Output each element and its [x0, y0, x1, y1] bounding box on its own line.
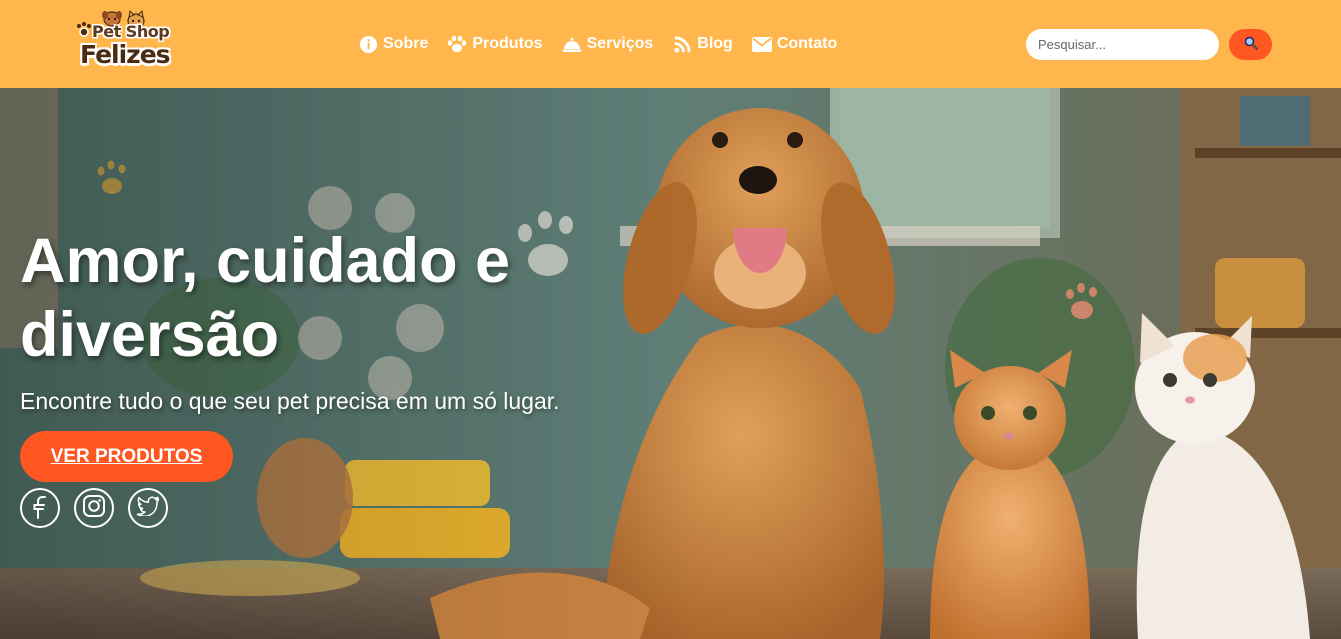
nav-item-blog[interactable]: Blog [672, 34, 733, 54]
instagram-icon [82, 494, 106, 523]
nav-item-sobre[interactable]: Sobre [358, 34, 428, 54]
instagram-link[interactable] [74, 488, 114, 528]
nav-item-servicos[interactable]: Serviços [562, 34, 654, 54]
nav-label-produtos: Produtos [472, 35, 543, 52]
twitter-icon [136, 496, 160, 521]
facebook-link[interactable] [20, 488, 60, 528]
hero-section: Amor, cuidado e diversão Encontre tudo o… [0, 88, 1341, 639]
twitter-link[interactable] [128, 488, 168, 528]
social-links [20, 488, 182, 528]
search-button[interactable] [1229, 29, 1272, 60]
main-nav: Sobre Produtos Serviços Blog Contato [358, 33, 837, 55]
nav-label-sobre: Sobre [383, 35, 429, 52]
pet-shop-logo[interactable]: Pet Shop Felizes [74, 10, 171, 76]
service-bell-icon [562, 34, 582, 54]
search-input[interactable] [1026, 29, 1219, 60]
info-circle-icon [358, 34, 378, 54]
nav-label-servicos: Serviços [586, 35, 654, 52]
envelope-icon [751, 34, 772, 54]
nav-label-blog: Blog [697, 35, 733, 52]
facebook-icon [29, 493, 51, 524]
nav-item-produtos[interactable]: Produtos [447, 34, 543, 54]
hero-subtitle: Encontre tudo o que seu pet precisa em u… [20, 388, 560, 414]
ver-produtos-button[interactable]: VER PRODUTOS [20, 431, 233, 482]
logo-text-line-1: Pet Shop [92, 22, 170, 41]
magnifier-icon [1244, 36, 1258, 53]
hero-title: Amor, cuidado e diversão [20, 226, 511, 370]
paw-icon [447, 34, 467, 54]
rss-icon [672, 34, 692, 54]
logo-text-line-2: Felizes [80, 40, 171, 69]
nav-label-contato: Contato [776, 35, 838, 52]
site-header: Pet Shop Felizes Sobre Produtos Serviços [0, 0, 1341, 88]
nav-item-contato[interactable]: Contato [751, 34, 838, 54]
